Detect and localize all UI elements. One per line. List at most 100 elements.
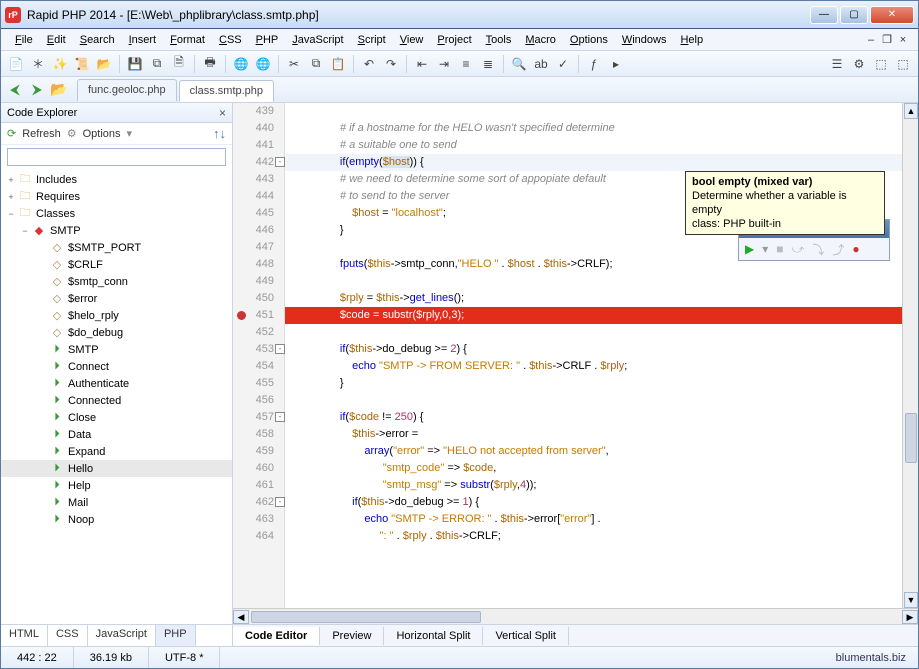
- mdi-close-icon[interactable]: ×: [896, 33, 910, 47]
- options-button[interactable]: Options: [83, 128, 121, 140]
- check-icon[interactable]: ✓: [554, 55, 572, 73]
- save-all-icon[interactable]: 🗎: [170, 55, 188, 73]
- tree-item-do_debug[interactable]: ◇$do_debug: [1, 324, 232, 341]
- tree-item-smtp_conn[interactable]: ◇$smtp_conn: [1, 273, 232, 290]
- panel-close-icon[interactable]: ×: [219, 106, 226, 120]
- hscroll-thumb[interactable]: [251, 611, 481, 623]
- tree-item-helo_rply[interactable]: ◇$helo_rply: [1, 307, 232, 324]
- options-icon[interactable]: ⚙: [67, 127, 77, 140]
- horizontal-scrollbar[interactable]: ◀ ▶: [233, 608, 918, 624]
- wizard-icon[interactable]: ✨: [51, 55, 69, 73]
- menu-insert[interactable]: Insert: [123, 32, 163, 48]
- nav-back-icon[interactable]: ⮜: [5, 80, 25, 100]
- tab-func-geoloc[interactable]: func.geoloc.php: [77, 79, 177, 101]
- status-encoding[interactable]: UTF-8 *: [149, 647, 221, 668]
- indent-icon[interactable]: ⇥: [435, 55, 453, 73]
- vertical-scrollbar[interactable]: ▲ ▼: [902, 103, 918, 608]
- lang-tab-php[interactable]: PHP: [156, 625, 196, 646]
- tree-item-expand[interactable]: ⏵Expand: [1, 443, 232, 460]
- lang-tab-javascript[interactable]: JavaScript: [88, 625, 156, 646]
- tool2-icon[interactable]: ⚙: [850, 55, 868, 73]
- tree-item-connect[interactable]: ⏵Connect: [1, 358, 232, 375]
- tree-item-smtp[interactable]: ⏵SMTP: [1, 341, 232, 358]
- paste-icon[interactable]: 📋: [329, 55, 347, 73]
- minimize-button[interactable]: —: [810, 6, 838, 24]
- scroll-down-icon[interactable]: ▼: [904, 592, 918, 608]
- copy2-icon[interactable]: ⧉: [307, 55, 325, 73]
- menu-view[interactable]: View: [394, 32, 430, 48]
- menu-edit[interactable]: Edit: [41, 32, 72, 48]
- menu-tools[interactable]: Tools: [480, 32, 518, 48]
- maximize-button[interactable]: ▢: [840, 6, 868, 24]
- script-icon[interactable]: 📜: [73, 55, 91, 73]
- tree-item-connected[interactable]: ⏵Connected: [1, 392, 232, 409]
- func-icon[interactable]: ƒ: [585, 55, 603, 73]
- tree-item-authenticate[interactable]: ⏵Authenticate: [1, 375, 232, 392]
- tree-item-mail[interactable]: ⏵Mail: [1, 494, 232, 511]
- tree-item-noop[interactable]: ⏵Noop: [1, 511, 232, 528]
- scroll-up-icon[interactable]: ▲: [904, 103, 918, 119]
- menu-file[interactable]: File: [9, 32, 39, 48]
- lang-tab-css[interactable]: CSS: [48, 625, 88, 646]
- find-icon[interactable]: 🔍: [510, 55, 528, 73]
- cut-icon[interactable]: ✂: [285, 55, 303, 73]
- run-icon[interactable]: ▸: [607, 55, 625, 73]
- scroll-left-icon[interactable]: ◀: [233, 610, 249, 624]
- menu-help[interactable]: Help: [674, 32, 709, 48]
- tool1-icon[interactable]: ☰: [828, 55, 846, 73]
- redo-icon[interactable]: ↷: [382, 55, 400, 73]
- menu-macro[interactable]: Macro: [519, 32, 562, 48]
- tree-item-help[interactable]: ⏵Help: [1, 477, 232, 494]
- menu-javascript[interactable]: JavaScript: [286, 32, 349, 48]
- tool3-icon[interactable]: ⬚: [872, 55, 890, 73]
- browser2-icon[interactable]: 🌐: [254, 55, 272, 73]
- view-tab-preview[interactable]: Preview: [320, 627, 384, 645]
- lang-tab-html[interactable]: HTML: [1, 625, 48, 646]
- tree-item-close[interactable]: ⏵Close: [1, 409, 232, 426]
- menu-project[interactable]: Project: [431, 32, 477, 48]
- outdent-icon[interactable]: ⇤: [413, 55, 431, 73]
- sort-icon[interactable]: ↑↓: [213, 126, 226, 141]
- list-icon[interactable]: ≡: [457, 55, 475, 73]
- menu-options[interactable]: Options: [564, 32, 614, 48]
- browser-icon[interactable]: 🌐: [232, 55, 250, 73]
- menu-script[interactable]: Script: [352, 32, 392, 48]
- tree-item-classes[interactable]: −🗀Classes: [1, 205, 232, 222]
- tab-class-smtp[interactable]: class.smtp.php: [179, 80, 274, 102]
- tree-item-crlf[interactable]: ◇$CRLF: [1, 256, 232, 273]
- nav-forward-icon[interactable]: ⮞: [27, 80, 47, 100]
- list2-icon[interactable]: ≣: [479, 55, 497, 73]
- replace-icon[interactable]: ab: [532, 55, 550, 73]
- new-file-icon[interactable]: 📄: [7, 55, 25, 73]
- tree-item-hello[interactable]: ⏵Hello: [1, 460, 232, 477]
- debug-step-in-icon[interactable]: ⤵: [812, 241, 824, 258]
- open-icon[interactable]: 📂: [95, 55, 113, 73]
- explorer-search-input[interactable]: [7, 148, 226, 166]
- debug-breakpoint-icon[interactable]: ●: [852, 242, 859, 256]
- view-tab-code-editor[interactable]: Code Editor: [233, 627, 320, 645]
- mdi-restore-icon[interactable]: ❐: [880, 33, 894, 47]
- close-button[interactable]: ✕: [870, 6, 914, 24]
- debug-stop-icon[interactable]: ■: [776, 242, 783, 256]
- new-icon[interactable]: ＊: [29, 55, 47, 73]
- menu-search[interactable]: Search: [74, 32, 121, 48]
- print-icon[interactable]: 🖶: [201, 55, 219, 73]
- refresh-button[interactable]: Refresh: [22, 128, 61, 140]
- refresh-icon[interactable]: ⟳: [7, 127, 16, 140]
- menu-php[interactable]: PHP: [250, 32, 285, 48]
- debug-run-icon[interactable]: ▶: [745, 242, 754, 256]
- nav-open-icon[interactable]: 📂: [49, 80, 69, 100]
- tree-item-data[interactable]: ⏵Data: [1, 426, 232, 443]
- save-icon[interactable]: 💾: [126, 55, 144, 73]
- tree-item-smtp[interactable]: −◆SMTP: [1, 222, 232, 239]
- view-tab-horizontal-split[interactable]: Horizontal Split: [384, 627, 483, 645]
- mdi-minimize-icon[interactable]: –: [864, 33, 878, 47]
- view-tab-vertical-split[interactable]: Vertical Split: [483, 627, 569, 645]
- tree-item-smtp_port[interactable]: ◇$SMTP_PORT: [1, 239, 232, 256]
- tree-item-error[interactable]: ◇$error: [1, 290, 232, 307]
- menu-windows[interactable]: Windows: [616, 32, 673, 48]
- scroll-right-icon[interactable]: ▶: [902, 610, 918, 624]
- scroll-thumb[interactable]: [905, 413, 917, 463]
- debug-step-out-icon[interactable]: ⤴: [832, 241, 844, 258]
- tree-item-requires[interactable]: +🗀Requires: [1, 188, 232, 205]
